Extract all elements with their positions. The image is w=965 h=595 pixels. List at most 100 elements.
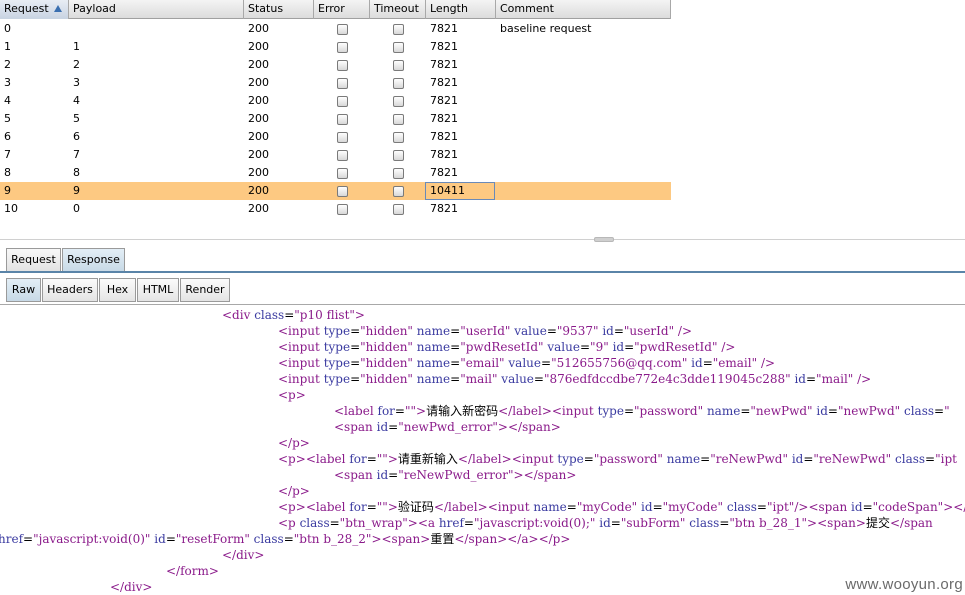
cell-status: 200 [248, 94, 269, 107]
code-line: <span id="newPwd_error"></span> [334, 420, 561, 434]
error-checkbox[interactable] [337, 114, 348, 125]
table-row[interactable]: 0 200 7821 baseline request [0, 20, 671, 38]
timeout-checkbox[interactable] [393, 186, 404, 197]
timeout-checkbox[interactable] [393, 114, 404, 125]
view-tabbar: Raw Headers Hex HTML Render [0, 273, 965, 305]
cell-length: 7821 [430, 58, 458, 71]
cell-payload: 0 [73, 202, 80, 215]
pane-splitter[interactable] [0, 236, 965, 244]
cell-payload: 1 [73, 40, 80, 53]
response-raw-viewer[interactable]: <div class="p10 flist"> <input type="hidd… [0, 305, 965, 595]
cell-request: 8 [4, 166, 11, 179]
code-line: </p> [278, 484, 310, 498]
column-header-payload[interactable]: Payload [69, 0, 244, 19]
tab-response[interactable]: Response [62, 248, 125, 272]
code-line: <input type="hidden" name="userId" value… [278, 324, 693, 338]
cell-payload: 5 [73, 112, 80, 125]
timeout-checkbox[interactable] [393, 204, 404, 215]
code-line: <p class="btn_wrap"><a href="javascript:… [278, 516, 933, 530]
cell-status: 200 [248, 40, 269, 53]
tab-render[interactable]: Render [180, 278, 230, 302]
table-header: Request Payload Status Error Timeout Len… [0, 0, 671, 19]
timeout-checkbox[interactable] [393, 24, 404, 35]
error-checkbox[interactable] [337, 24, 348, 35]
cell-request: 9 [4, 184, 11, 197]
code-line: </form> [166, 564, 219, 578]
code-line: </div> [110, 580, 153, 594]
cell-request: 2 [4, 58, 11, 71]
error-checkbox[interactable] [337, 42, 348, 53]
cell-status: 200 [248, 148, 269, 161]
code-line: <span id="reNewPwd_error"></span> [334, 468, 577, 482]
timeout-checkbox[interactable] [393, 78, 404, 89]
code-line: <input type="hidden" name="mail" value="… [278, 372, 872, 386]
cell-request: 3 [4, 76, 11, 89]
cell-comment [496, 164, 500, 182]
column-header-timeout[interactable]: Timeout [370, 0, 426, 19]
timeout-checkbox[interactable] [393, 150, 404, 161]
code-line: <input type="hidden" name="pwdResetId" v… [278, 340, 736, 354]
error-checkbox[interactable] [337, 204, 348, 215]
cell-comment [496, 38, 500, 56]
error-checkbox[interactable] [337, 186, 348, 197]
column-header-error[interactable]: Error [314, 0, 370, 19]
timeout-checkbox[interactable] [393, 42, 404, 53]
tab-html[interactable]: HTML [137, 278, 179, 302]
cell-status: 200 [248, 76, 269, 89]
cell-status: 200 [248, 202, 269, 215]
cell-payload: 6 [73, 130, 80, 143]
cell-length: 7821 [430, 148, 458, 161]
splitter-grip-icon[interactable] [594, 237, 614, 242]
timeout-checkbox[interactable] [393, 168, 404, 179]
cell-payload: 9 [73, 184, 80, 197]
tab-hex[interactable]: Hex [99, 278, 136, 302]
table-row[interactable]: 7 7 200 7821 [0, 146, 671, 164]
watermark: www.wooyun.org [845, 576, 963, 593]
column-header-request[interactable]: Request [0, 0, 69, 19]
cell-length: 7821 [430, 130, 458, 143]
timeout-checkbox[interactable] [393, 60, 404, 71]
table-row[interactable]: 5 5 200 7821 [0, 110, 671, 128]
cell-request: 0 [4, 22, 11, 35]
code-line: <div class="p10 flist"> [222, 308, 365, 322]
error-checkbox[interactable] [337, 168, 348, 179]
tab-headers[interactable]: Headers [42, 278, 98, 302]
code-line: <p><label for="">请重新输入</label><input typ… [278, 452, 957, 466]
cell-request: 6 [4, 130, 11, 143]
error-checkbox[interactable] [337, 78, 348, 89]
tab-request[interactable]: Request [6, 248, 61, 272]
table-row[interactable]: 10 0 200 7821 [0, 200, 671, 218]
sort-ascending-icon [54, 5, 62, 12]
cell-payload: 2 [73, 58, 80, 71]
table-row[interactable]: 9 9 200 10411 [0, 182, 671, 200]
cell-length: 7821 [430, 22, 458, 35]
cell-comment [496, 110, 500, 128]
table-row[interactable]: 6 6 200 7821 [0, 128, 671, 146]
table-row[interactable]: 3 3 200 7821 [0, 74, 671, 92]
cell-status: 200 [248, 112, 269, 125]
code-line: <label for="">请输入新密码</label><input type=… [334, 404, 950, 418]
error-checkbox[interactable] [337, 132, 348, 143]
tab-raw[interactable]: Raw [6, 278, 41, 302]
error-checkbox[interactable] [337, 96, 348, 107]
table-row[interactable]: 8 8 200 7821 [0, 164, 671, 182]
cell-status: 200 [248, 58, 269, 71]
cell-payload: 8 [73, 166, 80, 179]
cell-request: 4 [4, 94, 11, 107]
cell-comment [496, 200, 500, 218]
column-header-length[interactable]: Length [426, 0, 496, 19]
cell-request: 10 [4, 202, 18, 215]
table-row[interactable]: 4 4 200 7821 [0, 92, 671, 110]
cell-comment [496, 74, 500, 92]
timeout-checkbox[interactable] [393, 96, 404, 107]
timeout-checkbox[interactable] [393, 132, 404, 143]
column-header-comment[interactable]: Comment [496, 0, 671, 19]
table-row[interactable]: 2 2 200 7821 [0, 56, 671, 74]
error-checkbox[interactable] [337, 150, 348, 161]
column-header-status[interactable]: Status [244, 0, 314, 19]
error-checkbox[interactable] [337, 60, 348, 71]
cell-length: 7821 [430, 166, 458, 179]
table-row[interactable]: 1 1 200 7821 [0, 38, 671, 56]
cell-length: 7821 [430, 202, 458, 215]
cell-comment: baseline request [500, 22, 592, 35]
